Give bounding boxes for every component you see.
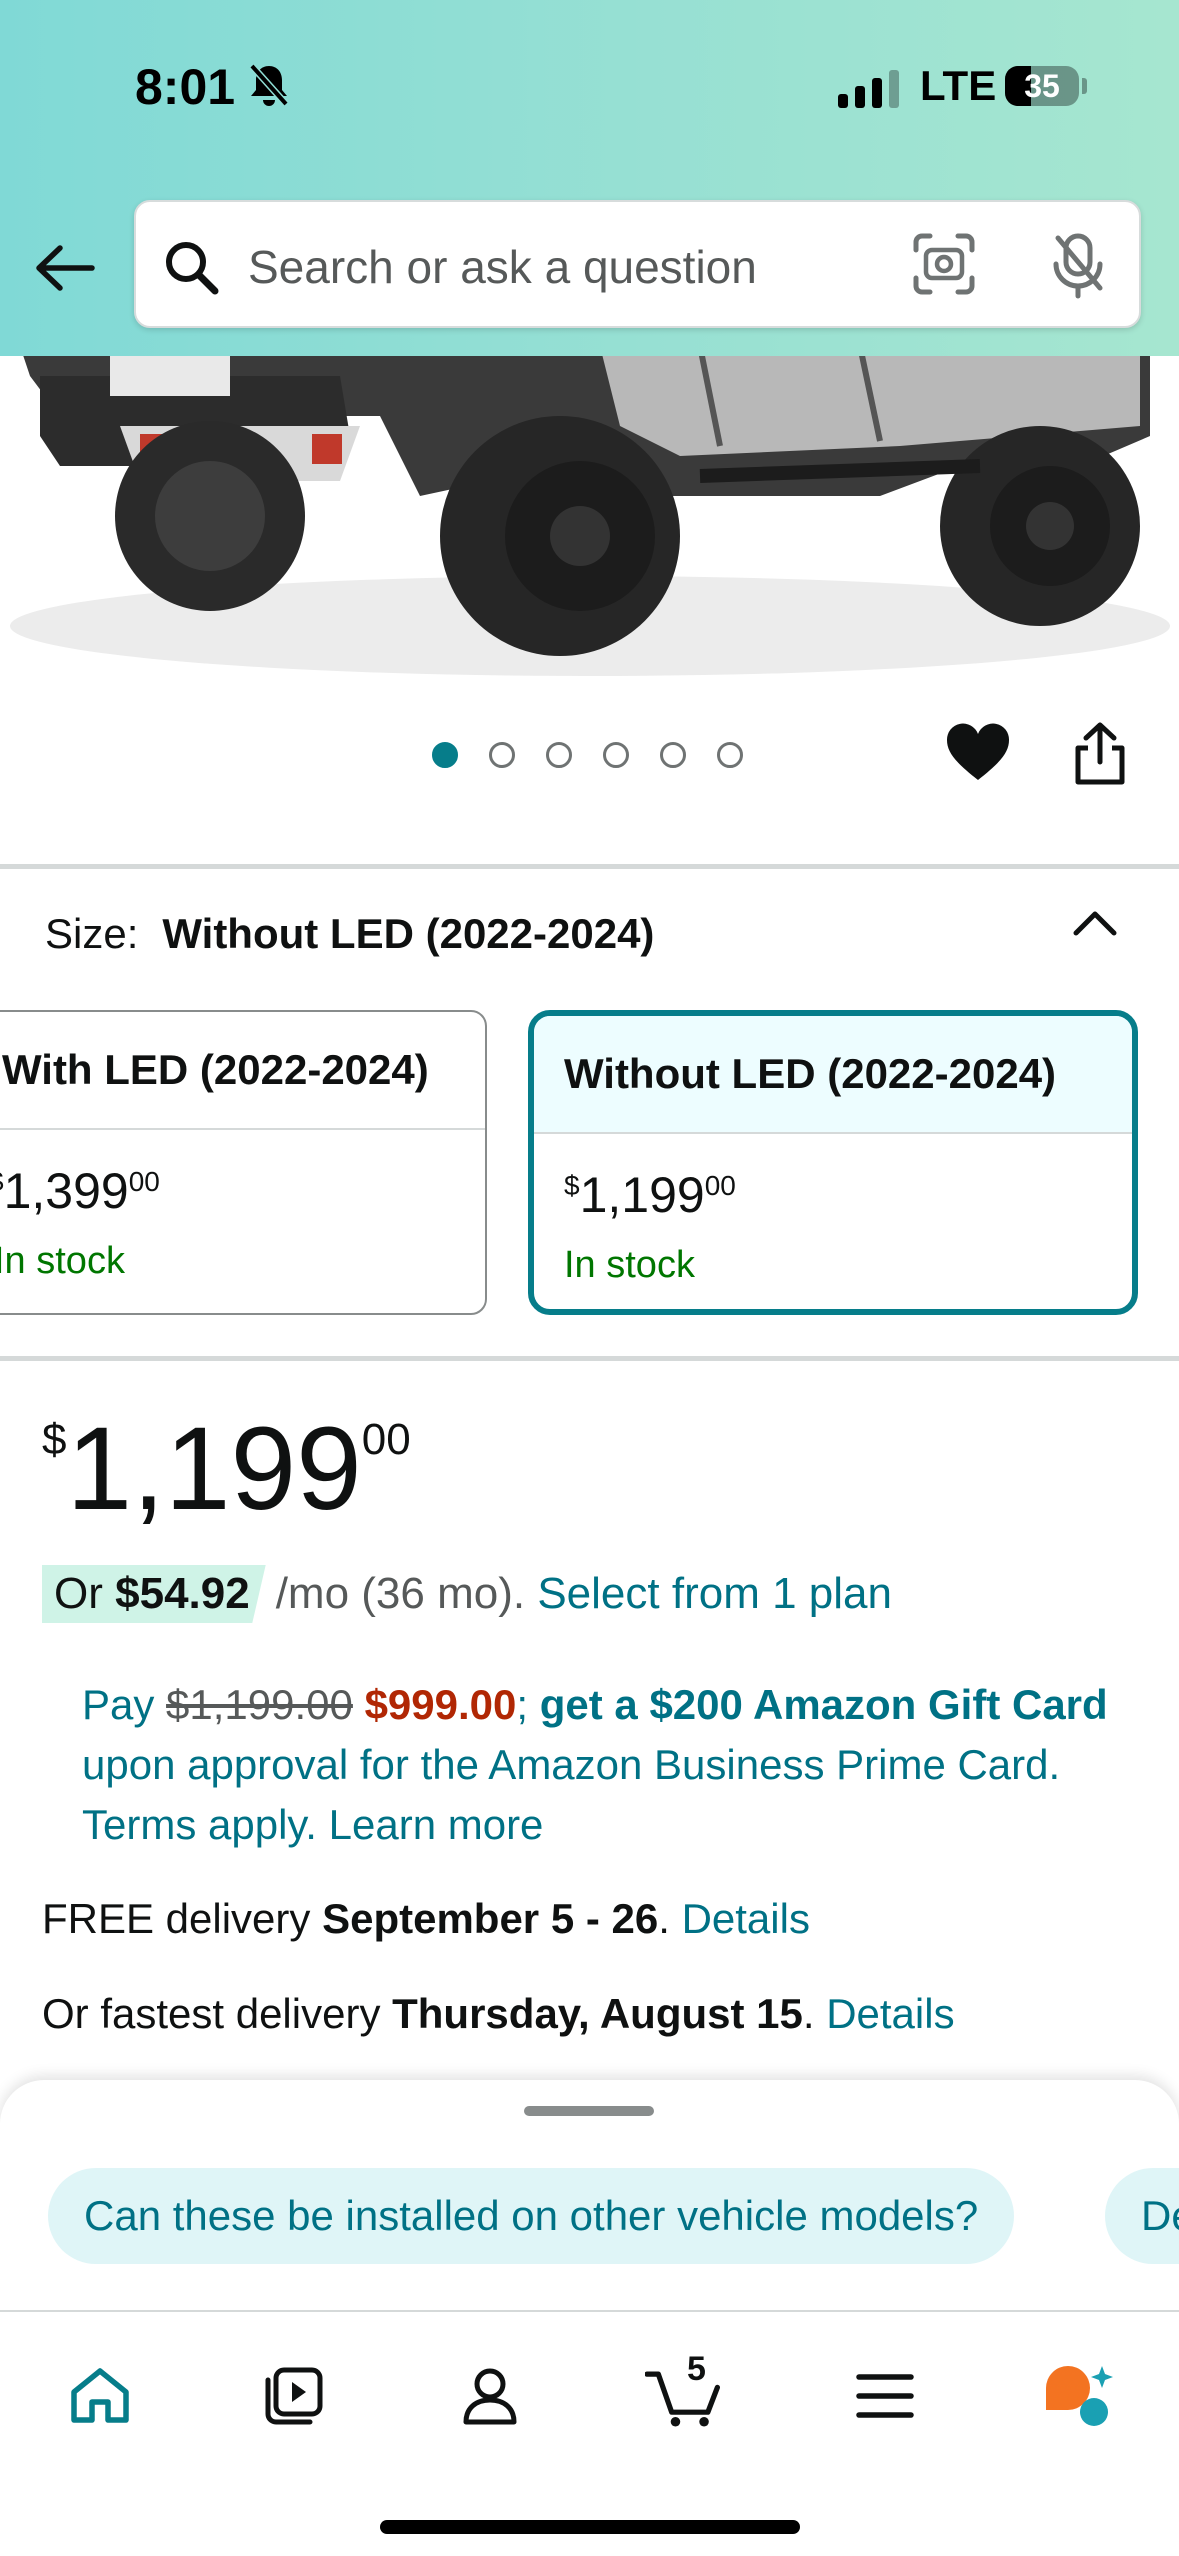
heart-icon[interactable] <box>945 722 1011 784</box>
monthly-badge: Or $54.92 <box>42 1565 266 1623</box>
variant-title: With LED (2022-2024) <box>0 1012 485 1130</box>
delivery-details-link[interactable]: Details <box>682 1895 810 1942</box>
carousel-dot[interactable] <box>603 742 629 768</box>
section-divider <box>0 864 1179 869</box>
variant-stock-status: In stock <box>0 1240 125 1282</box>
size-selected-value: Without LED (2022-2024) <box>162 910 655 957</box>
select-plan-link[interactable]: Select from 1 plan <box>537 1569 892 1619</box>
product-price: $1,19900 <box>42 1403 411 1535</box>
learn-more-link[interactable]: Learn more <box>329 1801 544 1848</box>
promo-sale-price: $999.00 <box>364 1681 517 1728</box>
variant-stock-status: In stock <box>564 1244 695 1286</box>
fastest-delivery-info: Or fastest delivery Thursday, August 15.… <box>42 1990 955 2037</box>
carousel-dot[interactable] <box>717 742 743 768</box>
image-carousel-dots[interactable] <box>432 742 743 768</box>
microphone-icon[interactable] <box>1048 230 1108 300</box>
search-icon <box>166 242 219 295</box>
battery-cap <box>1082 78 1087 94</box>
nav-cart[interactable]: 5 <box>645 2350 725 2436</box>
nav-account[interactable] <box>450 2356 530 2436</box>
app-header: 8:01 LTE 35 Search or ask a question <box>0 0 1179 356</box>
sheet-grabber-handle[interactable] <box>524 2106 654 2116</box>
variant-title: Without LED (2022-2024) <box>534 1016 1132 1134</box>
network-type: LTE <box>920 62 997 109</box>
variant-option-with-led[interactable]: With LED (2022-2024) $1,39900 In stock <box>0 1010 487 1315</box>
suggestion-chip[interactable]: De <box>1105 2168 1179 2264</box>
cart-icon <box>645 2371 720 2427</box>
bottom-navigation: 5 <box>0 2310 1179 2556</box>
back-arrow-icon <box>36 245 95 291</box>
search-input[interactable]: Search or ask a question <box>248 240 757 294</box>
cellular-signal-icon <box>838 70 899 108</box>
cart-count-badge: 5 <box>687 2350 706 2388</box>
fastest-delivery-details-link[interactable]: Details <box>826 1990 954 2037</box>
variant-price: $1,19900 <box>564 1167 736 1223</box>
business-card-promo[interactable]: Pay $1,199.00 $999.00; get a $200 Amazon… <box>82 1675 1122 1855</box>
free-delivery-info: FREE delivery September 5 - 26. Details <box>42 1895 810 1942</box>
home-indicator[interactable] <box>380 2520 800 2534</box>
suggestion-chip[interactable]: Can these be installed on other vehicle … <box>48 2168 1015 2264</box>
rufus-icon <box>1046 2366 1113 2426</box>
status-time: 8:01 <box>135 59 236 115</box>
rufus-suggestions-sheet: Can these be installed on other vehicle … <box>0 2080 1179 2315</box>
battery-level: 35 <box>1024 68 1060 104</box>
account-icon <box>463 2368 517 2425</box>
carousel-dot[interactable] <box>489 742 515 768</box>
monthly-payment: Or $54.92 /mo (36 mo). Select from 1 pla… <box>42 1565 892 1623</box>
variant-price: $1,39900 <box>0 1163 160 1219</box>
bell-muted-icon <box>249 63 289 107</box>
home-icon <box>71 2368 129 2423</box>
nav-home[interactable] <box>60 2356 140 2436</box>
chevron-up-icon[interactable] <box>1070 905 1120 941</box>
variant-option-without-led[interactable]: Without LED (2022-2024) $1,19900 In stoc… <box>528 1010 1138 1315</box>
menu-icon <box>856 2374 914 2418</box>
original-price: $1,199.00 <box>166 1681 353 1728</box>
battery-icon: 35 <box>1005 66 1079 106</box>
carousel-dot[interactable] <box>546 742 572 768</box>
back-button[interactable] <box>30 228 100 308</box>
nav-video[interactable] <box>254 2356 334 2436</box>
size-label: Size: <box>45 910 139 957</box>
product-image[interactable] <box>0 356 1179 686</box>
carousel-dot[interactable] <box>660 742 686 768</box>
vehicle-photo <box>10 356 1170 676</box>
nav-rufus[interactable] <box>1038 2356 1118 2436</box>
carousel-dot[interactable] <box>432 742 458 768</box>
monthly-term: /mo (36 mo). <box>275 1569 526 1618</box>
section-divider <box>0 1356 1179 1361</box>
video-icon <box>265 2367 323 2425</box>
size-selector-label: Size: Without LED (2022-2024) <box>45 910 654 958</box>
search-bar[interactable]: Search or ask a question <box>134 200 1141 328</box>
nav-menu[interactable] <box>845 2356 925 2436</box>
camera-lens-icon[interactable] <box>912 232 976 296</box>
share-icon[interactable] <box>1072 722 1128 786</box>
